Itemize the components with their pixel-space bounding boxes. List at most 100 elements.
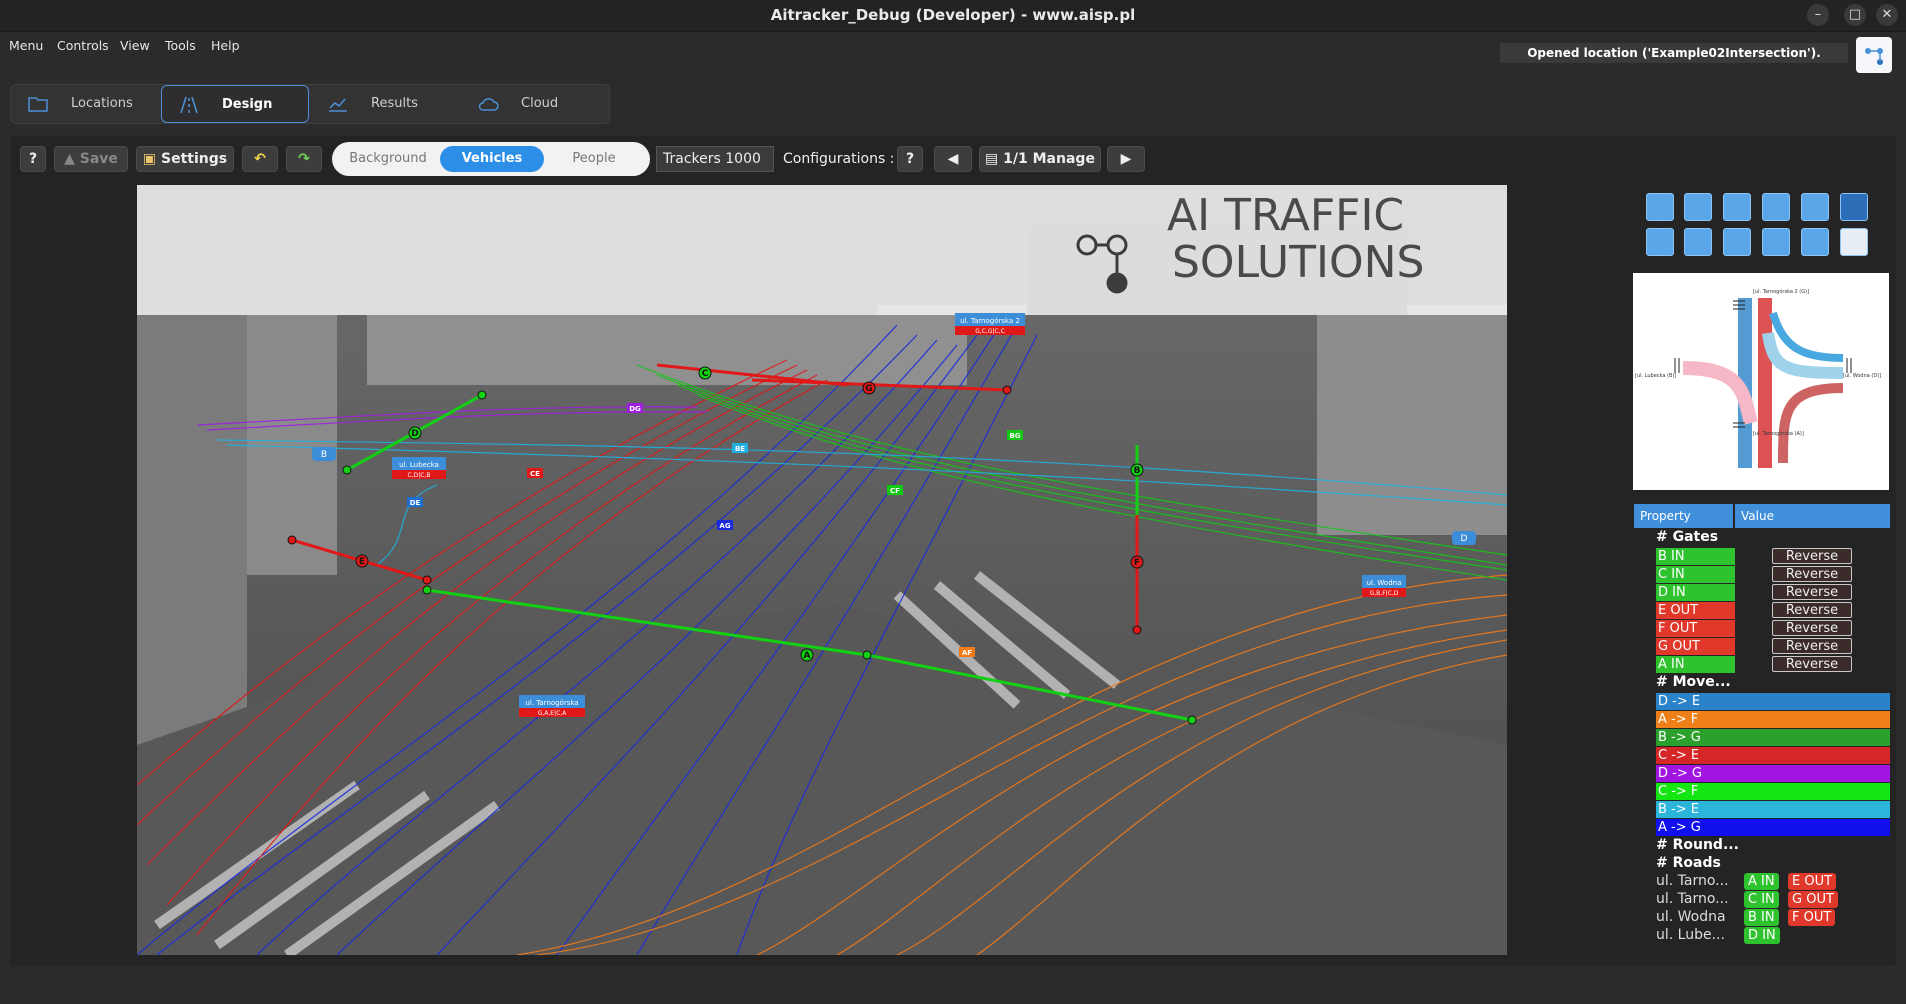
reverse-button[interactable]: Reverse [1772,566,1852,582]
segment-people[interactable]: People [546,146,642,172]
tab-locations[interactable]: Locations [11,85,159,123]
save-icon: ▲ [64,151,80,167]
magic-wand-icon[interactable] [1684,228,1712,256]
track-label-be: BE [735,445,745,453]
movement-row[interactable]: A -> F [1656,711,1890,728]
reverse-button[interactable]: Reverse [1772,638,1852,654]
track-label-ag: AG [719,522,730,530]
road-badge-b: B [321,450,327,460]
road-out-chip[interactable]: E OUT [1788,873,1837,890]
trash-icon[interactable] [1840,228,1868,256]
reverse-button[interactable]: Reverse [1772,602,1852,618]
movement-row[interactable]: B -> G [1656,729,1890,746]
redo-button[interactable]: ↷ [286,146,322,172]
road-out-chip[interactable]: G OUT [1788,891,1838,908]
movement-row[interactable]: D -> E [1656,693,1890,710]
road-out-chip[interactable]: F OUT [1788,909,1836,926]
track-label-de: DE [410,499,421,507]
tab-cloud-label: Cloud [521,96,559,111]
road-name[interactable]: ul. Wodna [1656,909,1726,925]
road-label-tarnogorska-2: ul. Tarnogórska 2 [960,317,1020,325]
reverse-button[interactable]: Reverse [1772,656,1852,672]
minimap-label-north: [ul. Tarnogórska 2 (G)] [1753,288,1809,295]
gate-marker-d: D [411,429,418,439]
movement-row[interactable]: A -> G [1656,819,1890,836]
save-frame-icon[interactable] [1684,193,1712,221]
reverse-button[interactable]: Reverse [1772,620,1852,636]
video-canvas[interactable]: AI TRAFFIC SOLUTIONS A D E F C G B DG CE… [137,185,1507,955]
line-tool-icon[interactable] [1723,228,1751,256]
road-in-chip[interactable]: D IN [1744,927,1780,944]
menu-controls[interactable]: Controls [57,38,109,53]
gate-row[interactable]: F OUT [1656,620,1735,637]
road-name[interactable]: ul. Tarno... [1656,891,1729,907]
gate-row[interactable]: G OUT [1656,638,1735,655]
next-config-button[interactable]: ▶ [1107,146,1145,172]
road-in-chip[interactable]: C IN [1744,891,1779,908]
close-icon[interactable]: ✕ [1876,4,1898,26]
undo-icon: ↶ [254,151,266,167]
header-property: Property [1634,504,1733,528]
road-name[interactable]: ul. Lube... [1656,927,1725,943]
movement-row[interactable]: C -> E [1656,747,1890,764]
export-icon[interactable] [1723,193,1751,221]
movement-row[interactable]: D -> G [1656,765,1890,782]
road-label-lubecka: ul. Lubecka [399,461,439,469]
minimap-label-west: [ul. Lubecka (B)] [1635,373,1676,379]
maximize-icon[interactable]: □ [1844,4,1866,26]
help-button[interactable]: ? [20,146,46,172]
intersection-minimap[interactable]: [ul. Tarnogórska 2 (G)] [ul. Lubecka (B)… [1633,273,1889,490]
menu-help[interactable]: Help [211,38,240,53]
reverse-button[interactable]: Reverse [1772,548,1852,564]
clipboard-icon: ▣ [142,151,161,167]
trackers-spinbox[interactable]: Trackers 1000 [656,146,774,172]
select-icon[interactable] [1646,193,1674,221]
config-help-button[interactable]: ? [897,146,923,172]
status-message: Opened location ('Example02Intersection'… [1500,43,1848,63]
chart-icon [329,98,347,112]
minimize-icon[interactable]: – [1807,4,1829,26]
movement-row[interactable]: C -> F [1656,783,1890,800]
target-icon[interactable] [1801,193,1829,221]
road-in-chip[interactable]: B IN [1744,909,1779,926]
gate-marker-b: B [1134,466,1141,476]
tab-results[interactable]: Results [311,85,459,123]
mountain-icon[interactable] [1801,228,1829,256]
segment-background[interactable]: Background [340,146,436,172]
gate-row[interactable]: A IN [1656,656,1735,673]
frame-icon[interactable] [1762,193,1790,221]
cloud-icon [478,98,499,111]
segment-vehicles[interactable]: Vehicles [440,146,544,172]
movements-section-title: # Move... [1656,674,1731,690]
curve-icon[interactable] [1840,193,1868,221]
road-label-tarnogorska: ul. Tarnogórska [525,699,578,707]
menu-tools[interactable]: Tools [165,38,196,53]
region-icon[interactable] [1646,228,1674,256]
arrow-left-icon: ◀ [947,151,959,167]
gate-row[interactable]: D IN [1656,584,1735,601]
gate-marker-a: A [804,651,811,661]
folder-icon [28,97,48,112]
gate-row[interactable]: E OUT [1656,602,1735,619]
menu-view[interactable]: View [120,38,150,53]
network-icon[interactable] [1856,37,1892,73]
road-sub-tarnogorska: G,A,E|C,A [538,710,567,717]
tab-design[interactable]: Design [161,85,309,123]
undo-button[interactable]: ↶ [242,146,278,172]
save-button[interactable]: ▲ Save [54,146,128,172]
tab-cloud[interactable]: Cloud [461,85,609,123]
settings-button[interactable]: ▣ Settings [136,146,234,172]
movement-row[interactable]: B -> E [1656,801,1890,818]
window-title: Aitracker_Debug (Developer) - www.aisp.p… [770,6,1136,24]
gate-row[interactable]: B IN [1656,548,1735,565]
minimap-label-east: [ul. Wodna (D)] [1843,373,1881,379]
gate-row[interactable]: C IN [1656,566,1735,583]
prev-config-button[interactable]: ◀ [934,146,972,172]
road-in-chip[interactable]: A IN [1744,873,1779,890]
road-name[interactable]: ul. Tarno... [1656,873,1729,889]
reverse-button[interactable]: Reverse [1772,584,1852,600]
square-icon[interactable] [1762,228,1790,256]
arrow-right-icon: ▶ [1120,151,1132,167]
manage-button[interactable]: ▤ 1/1 Manage [979,146,1101,172]
menu-menu[interactable]: Menu [9,38,43,53]
